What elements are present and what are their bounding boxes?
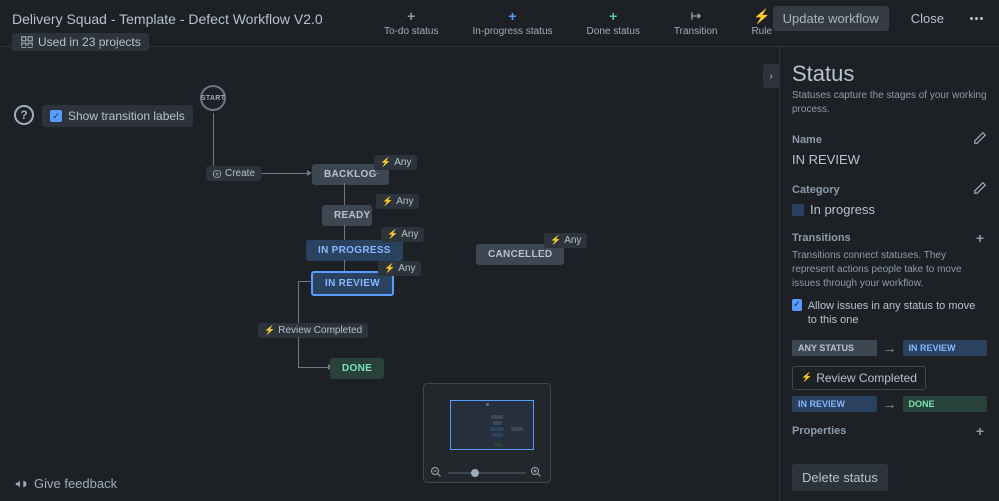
minimap-viewport[interactable] (450, 400, 534, 450)
add-done-status[interactable]: + Done status (587, 8, 640, 37)
bolt-icon: ⚡ (801, 372, 812, 383)
transition-row[interactable]: IN REVIEW → DONE (792, 396, 987, 412)
edge (540, 253, 548, 254)
name-label: Name (792, 134, 822, 146)
arrow-icon: → (883, 396, 897, 412)
bolt-icon: ⚡ (382, 196, 393, 207)
allow-any-label: Allow issues in any status to move to th… (808, 299, 987, 328)
transition-create[interactable]: Create (206, 166, 261, 181)
transition-any[interactable]: ⚡Any (376, 194, 419, 209)
show-labels-toggle[interactable]: ✓ Show transition labels (42, 105, 193, 127)
add-rule[interactable]: ⚡ Rule (751, 8, 772, 37)
edge (298, 281, 299, 329)
transition-review-completed[interactable]: ⚡ Review Completed (258, 323, 368, 338)
allow-any-checkbox[interactable]: ✓ (792, 299, 802, 311)
collapse-panel-button[interactable]: › (763, 64, 779, 88)
workflow-canvas[interactable]: ? ✓ Show transition labels START Create … (0, 46, 779, 501)
add-transition-button[interactable]: + (973, 231, 987, 245)
category-label: Category (792, 184, 840, 196)
bolt-icon: ⚡ (384, 263, 395, 274)
transition-any[interactable]: ⚡Any (381, 227, 424, 242)
delete-status-button[interactable]: Delete status (792, 464, 888, 491)
edit-category-button[interactable] (973, 181, 987, 198)
status-detail-panel: Status Statuses capture the stages of yo… (779, 46, 999, 501)
close-button[interactable]: Close (901, 6, 954, 31)
minimap[interactable] (423, 383, 551, 483)
category-value: In progress (810, 202, 875, 217)
edge (371, 173, 379, 174)
checkbox-icon: ✓ (50, 110, 62, 122)
bolt-icon: ⚡ (264, 325, 275, 336)
plus-icon: + (407, 8, 415, 24)
edge (298, 281, 312, 282)
breadcrumb: Delivery Squad - Template - Defect Workf… (12, 11, 323, 27)
transitions-description: Transitions connect statuses. They repre… (792, 249, 987, 291)
transition-row[interactable]: ANY STATUS → IN REVIEW (792, 340, 987, 356)
edge (298, 367, 328, 368)
node-start[interactable]: START (200, 85, 226, 111)
name-value: IN REVIEW (792, 152, 987, 167)
edge (298, 337, 299, 367)
more-icon[interactable] (966, 13, 987, 24)
zoom-out-button[interactable] (430, 466, 444, 480)
add-todo-status[interactable]: + To-do status (384, 8, 438, 37)
plus-icon: + (508, 8, 516, 24)
transition-any[interactable]: ⚡Any (374, 155, 417, 170)
transition-any[interactable]: ⚡Any (378, 261, 421, 276)
panel-description: Statuses capture the stages of your work… (792, 89, 987, 117)
transition-from: IN REVIEW (792, 396, 877, 412)
transition-review-completed[interactable]: ⚡ Review Completed (792, 366, 926, 390)
update-workflow-button[interactable]: Update workflow (773, 6, 889, 31)
bolt-icon: ⚡ (753, 8, 770, 25)
bolt-icon: ⚡ (380, 157, 391, 168)
category-color-swatch (792, 204, 804, 216)
transition-icon (689, 9, 703, 23)
node-done[interactable]: DONE (330, 358, 384, 379)
transition-to: DONE (903, 396, 988, 412)
edge (213, 113, 214, 173)
transition-any[interactable]: ⚡Any (544, 233, 587, 248)
properties-label: Properties (792, 425, 846, 437)
node-ready[interactable]: READY (322, 205, 372, 226)
add-inprogress-status[interactable]: + In-progress status (472, 8, 552, 37)
add-transition[interactable]: Transition (674, 8, 718, 37)
panel-title: Status (792, 61, 987, 87)
edit-name-button[interactable] (973, 131, 987, 148)
plus-icon: + (609, 8, 617, 24)
zoom-in-button[interactable] (530, 466, 544, 480)
arrow-icon: → (883, 340, 897, 356)
bolt-icon: ⚡ (550, 235, 561, 246)
transition-from: ANY STATUS (792, 340, 877, 356)
help-button[interactable]: ? (14, 105, 34, 125)
create-icon (212, 169, 222, 179)
bolt-icon: ⚡ (387, 229, 398, 240)
node-in-progress[interactable]: IN PROGRESS (306, 240, 403, 261)
zoom-slider[interactable] (448, 472, 526, 474)
megaphone-icon (14, 477, 28, 491)
add-property-button[interactable]: + (973, 424, 987, 438)
transition-to: IN REVIEW (903, 340, 988, 356)
give-feedback-button[interactable]: Give feedback (14, 476, 117, 491)
transitions-label: Transitions (792, 232, 851, 244)
